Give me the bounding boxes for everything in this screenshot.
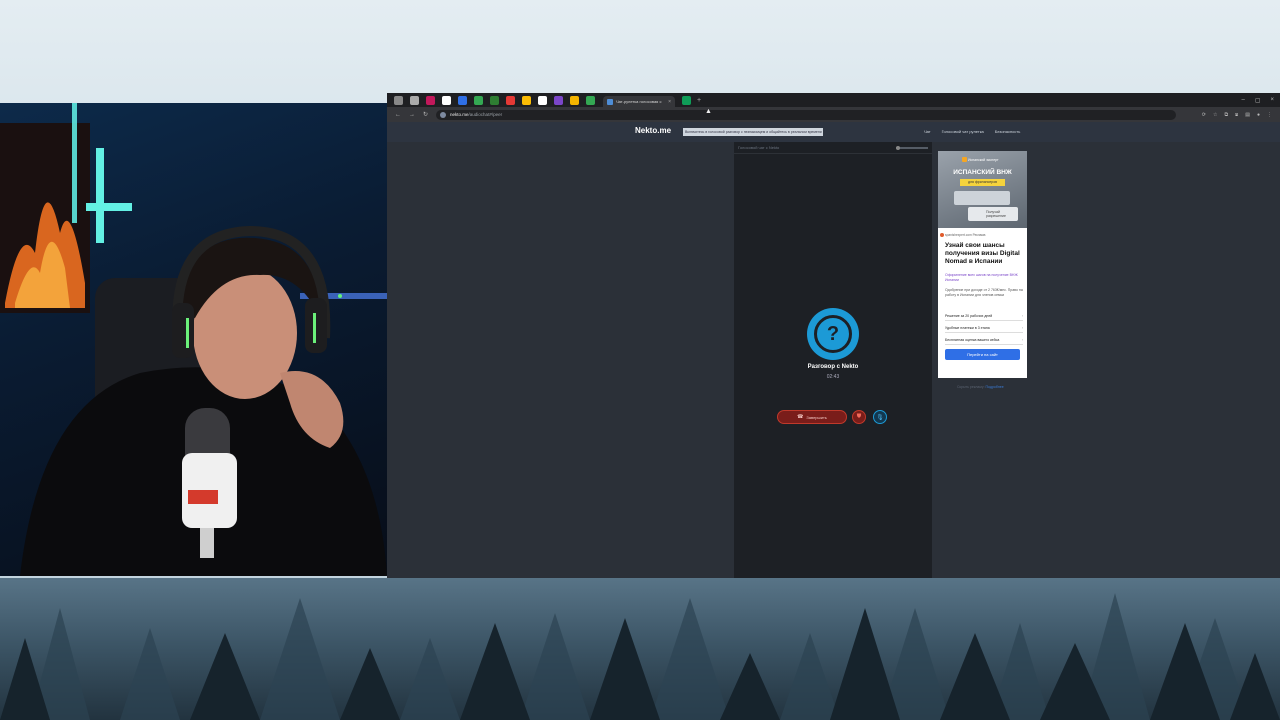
minimize-icon[interactable]: –: [1241, 97, 1244, 104]
address-bar: ← → ↻ nekto.me/audiochat#/peer ⟳ ☆ ⧉ ⧈ ▤…: [387, 107, 1280, 122]
end-call-button[interactable]: ☎ Завершить: [777, 410, 847, 424]
pinned-tab[interactable]: [586, 95, 595, 105]
pinned-tab[interactable]: [474, 95, 483, 105]
tab-favicon-icon: [607, 98, 613, 105]
active-tab[interactable]: Чат-рулетка голосовая с ×: [603, 96, 675, 107]
pinned-tab[interactable]: [538, 95, 547, 105]
ad-feature-row[interactable]: Удобные платежи в 3 этапа ›: [945, 323, 1023, 333]
ad-image-card-text: Получай разрешение: [968, 207, 1018, 221]
mouse-cursor-icon: ▲: [705, 108, 712, 115]
chevron-right-icon: ›: [1021, 326, 1023, 330]
call-timer: 02:43: [826, 374, 840, 380]
chevron-right-icon: ›: [1021, 338, 1023, 342]
close-tab-icon[interactable]: ×: [668, 99, 671, 105]
microphone-icon: 🎙: [876, 414, 884, 421]
ad-feature-row[interactable]: Решение за 20 рабочих дней ›: [945, 311, 1023, 321]
pinned-tab[interactable]: [394, 95, 403, 105]
volume-slider[interactable]: [896, 146, 928, 150]
webcam-feed: [0, 103, 387, 576]
microphone-button[interactable]: 🎙: [873, 410, 887, 424]
ad-domain: spanishexpert.com Реклама: [945, 233, 986, 237]
site-nav: Чат Голосовой чат рулетка Безопасность: [924, 129, 1020, 134]
pinned-tab[interactable]: [570, 95, 579, 105]
end-call-label: Завершить: [806, 414, 827, 420]
question-mark-icon: ?: [814, 315, 852, 353]
ad-brand-icon: [962, 157, 967, 162]
toolbar-icons: ⟳ ☆ ⧉ ⧈ ▤ ● ⋮: [1202, 112, 1280, 118]
extension-icon[interactable]: ⧉: [1224, 112, 1228, 118]
call-title: Разговор с Nekto: [807, 364, 859, 370]
back-icon[interactable]: ←: [395, 112, 401, 118]
pinned-tab[interactable]: [554, 95, 563, 105]
ad-footer: Скрыть рекламу: Подробнее: [957, 385, 1004, 389]
chat-header-title: Голосовой чат с Nekto: [738, 145, 780, 150]
pinned-tab[interactable]: [490, 95, 499, 105]
window-controls: – ▢ ×: [1241, 97, 1280, 104]
translate-icon[interactable]: ⟳: [1202, 112, 1206, 118]
site-info-icon[interactable]: [440, 111, 447, 118]
reload-icon[interactable]: ↻: [423, 111, 428, 118]
pinned-tab[interactable]: [682, 95, 691, 105]
report-button[interactable]: ⛊: [852, 410, 866, 424]
forward-icon[interactable]: →: [409, 112, 415, 118]
advertisement[interactable]: Испанский эксперт ИСПАНСКИЙ ВНЖ для фрил…: [938, 151, 1027, 378]
site-logo[interactable]: Nekto.me: [635, 126, 671, 135]
extension-icon[interactable]: ⧈: [1235, 112, 1238, 118]
ad-cta-button[interactable]: Перейти на сайт: [945, 349, 1020, 360]
ad-subtitle: Оформление всех шагов на получение ВНЖ И…: [945, 273, 1018, 282]
url-input[interactable]: nekto.me/audiochat#/peer: [436, 109, 1177, 120]
pinned-tab[interactable]: [522, 95, 531, 105]
pinned-tab[interactable]: [410, 95, 419, 105]
nav-link-chat[interactable]: Чат: [924, 129, 931, 134]
chat-header: Голосовой чат с Nekto: [734, 142, 932, 154]
chevron-right-icon: ›: [1021, 314, 1023, 318]
ad-domain-icon: [940, 233, 944, 237]
side-panel-icon[interactable]: ▤: [1245, 112, 1250, 118]
new-tab-button[interactable]: +: [697, 97, 701, 104]
tab-strip: Чат-рулетка голосовая с × + – ▢ ×: [387, 93, 1280, 107]
close-window-icon[interactable]: ×: [1270, 97, 1274, 104]
ad-more-link[interactable]: Подробнее: [986, 385, 1004, 389]
menu-kebab-icon[interactable]: ⋮: [1267, 112, 1272, 118]
bookmark-star-icon[interactable]: ☆: [1213, 112, 1217, 118]
active-tab-title: Чат-рулетка голосовая с: [616, 99, 662, 104]
url-text: nekto.me/audiochat#/peer: [450, 112, 503, 117]
ad-image-tag: для фрилансеров: [960, 179, 1005, 186]
phone-hangup-icon: ☎: [797, 414, 804, 420]
shield-icon: ⛊: [856, 413, 862, 420]
browser-window: Чат-рулетка голосовая с × + – ▢ × ← → ↻ …: [387, 93, 1280, 578]
ad-feature-row[interactable]: Бесплатная оценка вашего кейса ›: [945, 335, 1023, 345]
ad-brand: Испанский эксперт: [968, 158, 999, 162]
ad-image[interactable]: Испанский эксперт ИСПАНСКИЙ ВНЖ для фрил…: [938, 151, 1027, 228]
stream-overlay-forest: [0, 578, 1280, 720]
pinned-tab[interactable]: [442, 95, 451, 105]
peer-avatar: ?: [807, 308, 859, 360]
voice-chat-panel: Голосовой чат с Nekto ? Разговор с Nekto…: [734, 142, 932, 578]
ad-title[interactable]: Узнай свои шансы получения визы Digital …: [945, 242, 1025, 266]
pinned-tab[interactable]: [506, 95, 515, 105]
alert-banner: Включитесь в голосовой разговор с незнак…: [683, 128, 823, 136]
pinned-tab[interactable]: [426, 95, 435, 105]
maximize-icon[interactable]: ▢: [1255, 97, 1261, 104]
site-header: Nekto.me Включитесь в голосовой разговор…: [387, 122, 1280, 142]
ad-image-card: [954, 191, 1010, 205]
profile-avatar-icon[interactable]: ●: [1257, 112, 1260, 118]
nav-link-voice-chat[interactable]: Голосовой чат рулетка: [942, 129, 984, 134]
pinned-tab[interactable]: [458, 95, 467, 105]
nav-link-safety[interactable]: Безопасность: [995, 129, 1021, 134]
ad-image-headline: ИСПАНСКИЙ ВНЖ: [953, 169, 1012, 176]
ad-description: Одобрение при доходе от 2 763€/мес. Прав…: [945, 288, 1023, 297]
